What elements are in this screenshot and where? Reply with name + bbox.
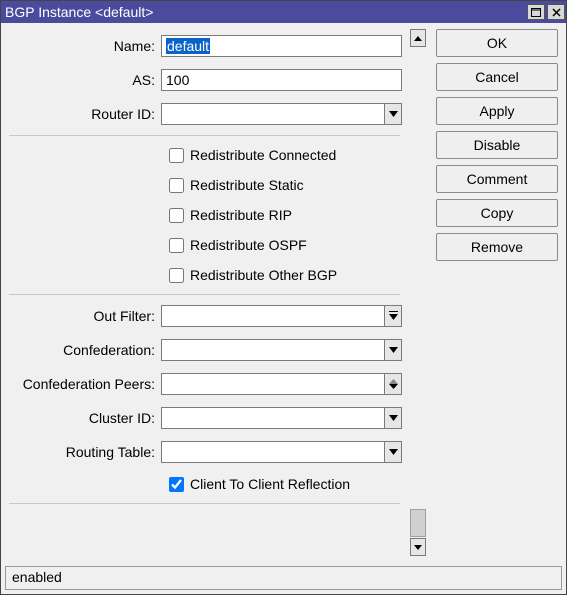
as-label: AS: bbox=[1, 72, 161, 88]
form-panel: Name: default AS: Router ID: bbox=[1, 23, 408, 562]
side-buttons: OK Cancel Apply Disable Comment Copy Rem… bbox=[428, 23, 566, 562]
confederation-peers-input[interactable] bbox=[161, 373, 384, 395]
bgp-instance-window: BGP Instance <default> Name: default AS: bbox=[0, 0, 567, 595]
client-to-client-checkbox[interactable] bbox=[169, 477, 184, 492]
redistribute-connected-label: Redistribute Connected bbox=[190, 147, 336, 163]
cancel-button[interactable]: Cancel bbox=[436, 63, 558, 91]
divider bbox=[9, 294, 400, 295]
redistribute-other-bgp-row[interactable]: Redistribute Other BGP bbox=[1, 260, 408, 290]
redistribute-other-bgp-checkbox[interactable] bbox=[169, 268, 184, 283]
window-title: BGP Instance <default> bbox=[5, 4, 526, 20]
out-filter-expand-button[interactable] bbox=[384, 305, 402, 327]
redistribute-other-bgp-label: Redistribute Other BGP bbox=[190, 267, 337, 283]
out-filter-label: Out Filter: bbox=[1, 308, 161, 324]
copy-button[interactable]: Copy bbox=[436, 199, 558, 227]
redistribute-rip-row[interactable]: Redistribute RIP bbox=[1, 200, 408, 230]
scroll-track[interactable] bbox=[410, 48, 426, 537]
redistribute-static-checkbox[interactable] bbox=[169, 178, 184, 193]
redistribute-static-row[interactable]: Redistribute Static bbox=[1, 170, 408, 200]
name-input[interactable]: default bbox=[161, 35, 402, 57]
redistribute-connected-checkbox[interactable] bbox=[169, 148, 184, 163]
router-id-label: Router ID: bbox=[1, 106, 161, 122]
out-filter-input[interactable] bbox=[161, 305, 384, 327]
comment-button[interactable]: Comment bbox=[436, 165, 558, 193]
name-label: Name: bbox=[1, 38, 161, 54]
scroll-up-button[interactable] bbox=[410, 29, 426, 47]
confederation-peers-label: Confederation Peers: bbox=[1, 376, 161, 392]
as-input[interactable] bbox=[161, 69, 402, 91]
cluster-id-label: Cluster ID: bbox=[1, 410, 161, 426]
remove-button[interactable]: Remove bbox=[436, 233, 558, 261]
redistribute-ospf-checkbox[interactable] bbox=[169, 238, 184, 253]
cluster-id-input[interactable] bbox=[161, 407, 384, 429]
routing-table-input[interactable] bbox=[161, 441, 384, 463]
routing-table-label: Routing Table: bbox=[1, 444, 161, 460]
redistribute-rip-checkbox[interactable] bbox=[169, 208, 184, 223]
disable-button[interactable]: Disable bbox=[436, 131, 558, 159]
chevron-down-icon bbox=[414, 545, 422, 550]
chevron-down-icon bbox=[389, 449, 398, 455]
chevron-down-icon bbox=[389, 384, 398, 389]
client-to-client-row[interactable]: Client To Client Reflection bbox=[1, 469, 408, 499]
redistribute-ospf-label: Redistribute OSPF bbox=[190, 237, 307, 253]
scroll-down-button[interactable] bbox=[410, 538, 426, 556]
router-id-input[interactable] bbox=[161, 103, 384, 125]
titlebar[interactable]: BGP Instance <default> bbox=[1, 1, 566, 23]
divider bbox=[9, 135, 400, 136]
chevron-down-icon bbox=[389, 415, 398, 421]
expand-icon bbox=[389, 311, 398, 322]
divider bbox=[9, 503, 400, 504]
confederation-peers-spin[interactable] bbox=[384, 373, 402, 395]
confederation-dropdown-button[interactable] bbox=[384, 339, 402, 361]
scrollbar[interactable] bbox=[408, 23, 428, 562]
chevron-up-icon bbox=[414, 36, 422, 41]
apply-button[interactable]: Apply bbox=[436, 97, 558, 125]
ok-button[interactable]: OK bbox=[436, 29, 558, 57]
redistribute-connected-row[interactable]: Redistribute Connected bbox=[1, 140, 408, 170]
close-button[interactable] bbox=[547, 4, 565, 20]
chevron-down-icon bbox=[389, 347, 398, 353]
maximize-button[interactable] bbox=[527, 4, 545, 20]
confederation-input[interactable] bbox=[161, 339, 384, 361]
redistribute-ospf-row[interactable]: Redistribute OSPF bbox=[1, 230, 408, 260]
scroll-thumb[interactable] bbox=[410, 509, 426, 537]
redistribute-static-label: Redistribute Static bbox=[190, 177, 304, 193]
router-id-dropdown-button[interactable] bbox=[384, 103, 402, 125]
chevron-down-icon bbox=[389, 111, 398, 117]
confederation-label: Confederation: bbox=[1, 342, 161, 358]
status-bar: enabled bbox=[5, 566, 562, 590]
redistribute-rip-label: Redistribute RIP bbox=[190, 207, 292, 223]
routing-table-dropdown-button[interactable] bbox=[384, 441, 402, 463]
cluster-id-dropdown-button[interactable] bbox=[384, 407, 402, 429]
client-to-client-label: Client To Client Reflection bbox=[190, 476, 350, 492]
